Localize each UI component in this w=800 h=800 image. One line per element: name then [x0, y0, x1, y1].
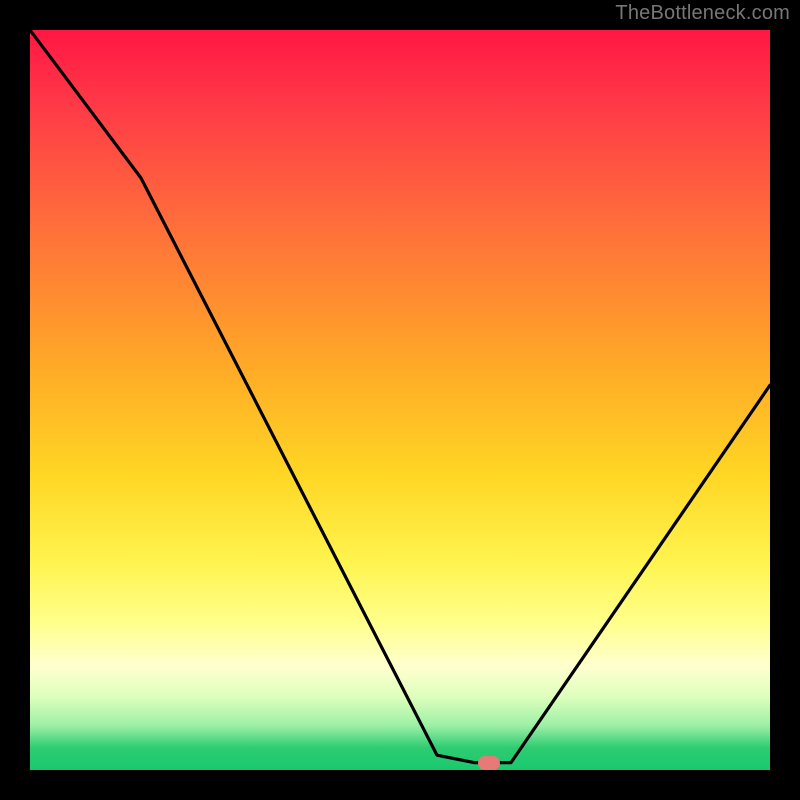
- plot-area: [30, 30, 770, 770]
- curve-svg: [30, 30, 770, 770]
- optimal-point-marker: [478, 756, 500, 770]
- watermark-text: TheBottleneck.com: [615, 2, 790, 25]
- chart-frame: TheBottleneck.com: [0, 0, 800, 800]
- bottleneck-curve-path: [30, 30, 770, 763]
